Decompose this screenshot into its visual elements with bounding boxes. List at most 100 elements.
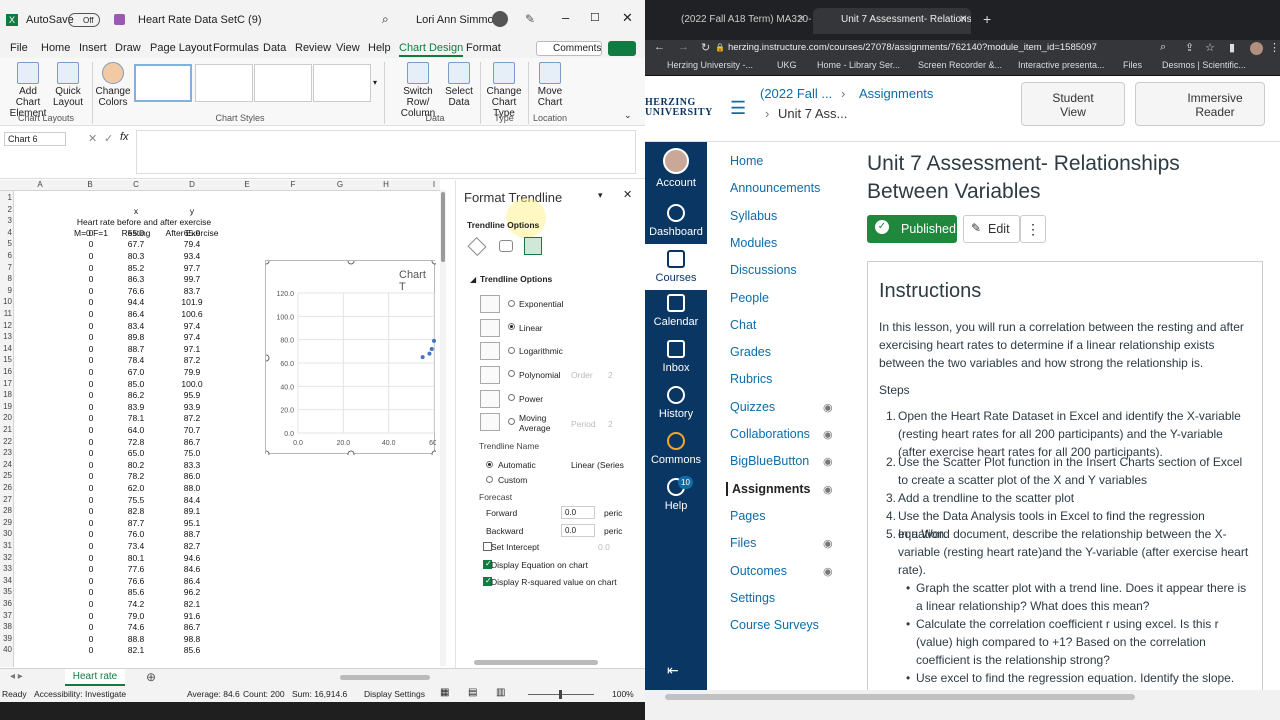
cell-x-label[interactable]: x bbox=[130, 206, 142, 216]
formula-input[interactable] bbox=[136, 130, 636, 174]
herzing-logo[interactable]: HERZING UNIVERSITY bbox=[645, 98, 712, 118]
table-cell[interactable]: 0 bbox=[68, 263, 114, 273]
browser-tab-assignment[interactable]: Unit 7 Assessment- Relationshi bbox=[813, 8, 971, 34]
table-cell[interactable]: 97.1 bbox=[158, 344, 226, 354]
table-cell[interactable]: 0 bbox=[68, 460, 114, 470]
table-cell[interactable]: 83.4 bbox=[114, 321, 158, 331]
zoom-icon[interactable]: ⌕ bbox=[1160, 41, 1166, 54]
row-header[interactable]: 18 bbox=[0, 390, 12, 399]
custom-radio[interactable] bbox=[486, 476, 493, 483]
table-cell[interactable]: 0 bbox=[68, 495, 114, 505]
immersive-reader-button[interactable]: Immersive Reader bbox=[1135, 82, 1265, 126]
pane-close-icon[interactable]: ✕ bbox=[623, 188, 632, 201]
table-cell[interactable]: 97.4 bbox=[158, 332, 226, 342]
fill-line-icon[interactable] bbox=[467, 236, 487, 257]
nav-calendar[interactable]: Calendar bbox=[645, 294, 707, 328]
table-cell[interactable]: 94.6 bbox=[158, 553, 226, 563]
row-header[interactable]: 35 bbox=[0, 587, 12, 596]
new-tab-icon[interactable]: + bbox=[983, 11, 991, 27]
exponential-radio[interactable] bbox=[508, 300, 515, 307]
table-cell[interactable]: 83.9 bbox=[114, 402, 158, 412]
table-cell[interactable]: 0 bbox=[68, 553, 114, 563]
custom-label[interactable]: Custom bbox=[498, 475, 527, 485]
table-cell[interactable]: 79.0 bbox=[114, 611, 158, 621]
table-cell[interactable]: 0 bbox=[68, 437, 114, 447]
table-cell[interactable]: 0 bbox=[68, 622, 114, 632]
tab-page-layout[interactable]: Page Layout bbox=[150, 42, 212, 54]
table-cell[interactable]: 0 bbox=[68, 332, 114, 342]
nav-dashboard[interactable]: Dashboard bbox=[645, 204, 707, 238]
select-data-button[interactable]: Select Data bbox=[444, 62, 474, 108]
column-header[interactable]: A bbox=[34, 180, 46, 189]
table-cell[interactable]: 0 bbox=[68, 471, 114, 481]
row-header[interactable]: 17 bbox=[0, 379, 12, 388]
browser-horizontal-scrollbar[interactable] bbox=[645, 690, 1280, 720]
course-nav-people[interactable]: People bbox=[730, 291, 769, 305]
automatic-radio[interactable] bbox=[486, 461, 493, 468]
period-value[interactable]: 2 bbox=[608, 419, 613, 429]
row-header[interactable]: 39 bbox=[0, 634, 12, 643]
cancel-icon[interactable]: ✕ bbox=[88, 132, 97, 145]
nav-commons[interactable]: Commons bbox=[645, 432, 707, 466]
table-cell[interactable]: 93.4 bbox=[158, 251, 226, 261]
chart-style-4[interactable] bbox=[313, 64, 371, 102]
table-cell[interactable]: 86.4 bbox=[158, 576, 226, 586]
autosave-toggle[interactable]: Off bbox=[68, 13, 100, 27]
chart-title[interactable]: Chart T bbox=[399, 269, 434, 293]
row-header[interactable]: 3 bbox=[0, 216, 12, 225]
share-icon[interactable]: ⇪ bbox=[1185, 41, 1194, 54]
column-header[interactable]: C bbox=[130, 180, 142, 189]
nav-account[interactable]: Account bbox=[645, 148, 707, 189]
course-nav-bigbluebutton[interactable]: BigBlueButton bbox=[730, 454, 809, 468]
tab-formulas[interactable]: Formulas bbox=[213, 42, 259, 54]
row-header[interactable]: 10 bbox=[0, 297, 12, 306]
table-cell[interactable]: 89.8 bbox=[114, 332, 158, 342]
table-cell[interactable]: 97.7 bbox=[158, 263, 226, 273]
table-cell[interactable]: 87.7 bbox=[114, 518, 158, 528]
table-cell[interactable]: 82.1 bbox=[158, 599, 226, 609]
table-cell[interactable]: 62.0 bbox=[114, 483, 158, 493]
table-cell[interactable]: 80.1 bbox=[114, 553, 158, 563]
table-cell[interactable]: 0 bbox=[68, 425, 114, 435]
table-cell[interactable]: 0 bbox=[68, 355, 114, 365]
url-field[interactable]: herzing.instructure.com/courses/27078/as… bbox=[728, 42, 1097, 53]
trendline-options-icon[interactable] bbox=[524, 237, 542, 255]
table-cell[interactable]: 0 bbox=[68, 379, 114, 389]
table-cell[interactable]: 0 bbox=[68, 309, 114, 319]
row-header[interactable]: 22 bbox=[0, 437, 12, 446]
menu-icon[interactable]: ⋮ bbox=[1269, 41, 1280, 54]
table-cell[interactable]: 88.8 bbox=[114, 634, 158, 644]
share-button[interactable] bbox=[608, 41, 636, 56]
polynomial-label[interactable]: Polynomial bbox=[519, 370, 561, 380]
table-cell[interactable]: 87.2 bbox=[158, 355, 226, 365]
moving-average-radio[interactable] bbox=[508, 418, 515, 425]
accessibility-status[interactable]: Accessibility: Investigate bbox=[34, 689, 126, 699]
table-cell[interactable]: 86.7 bbox=[158, 622, 226, 632]
table-cell[interactable]: 0 bbox=[68, 286, 114, 296]
tab-review[interactable]: Review bbox=[295, 42, 331, 54]
power-radio[interactable] bbox=[508, 394, 515, 401]
course-nav-rubrics[interactable]: Rubrics bbox=[730, 372, 772, 386]
change-colors-button[interactable]: Change Colors bbox=[94, 62, 132, 108]
table-cell[interactable]: 0 bbox=[68, 321, 114, 331]
course-nav-announcements[interactable]: Announcements bbox=[730, 181, 820, 195]
forward-input[interactable]: 0.0 bbox=[561, 506, 595, 519]
table-cell[interactable]: 65.0 bbox=[158, 228, 226, 238]
table-cell[interactable]: 79.9 bbox=[158, 367, 226, 377]
table-cell[interactable]: 0 bbox=[68, 413, 114, 423]
course-nav-discussions[interactable]: Discussions bbox=[730, 263, 797, 277]
table-cell[interactable]: 78.2 bbox=[114, 471, 158, 481]
table-cell[interactable]: 75.5 bbox=[114, 495, 158, 505]
automatic-label[interactable]: Automatic bbox=[498, 460, 536, 470]
row-header[interactable]: 31 bbox=[0, 541, 12, 550]
table-cell[interactable]: 89.1 bbox=[158, 506, 226, 516]
nav-inbox[interactable]: Inbox bbox=[645, 340, 707, 374]
course-nav-modules[interactable]: Modules bbox=[730, 236, 777, 250]
back-icon[interactable]: ← bbox=[654, 41, 665, 53]
table-cell[interactable]: 0 bbox=[68, 251, 114, 261]
row-header[interactable]: 24 bbox=[0, 460, 12, 469]
row-header[interactable]: 33 bbox=[0, 564, 12, 573]
row-header[interactable]: 27 bbox=[0, 495, 12, 504]
breadcrumb-course[interactable]: (2022 Fall ... bbox=[760, 86, 832, 101]
row-header[interactable]: 11 bbox=[0, 309, 12, 318]
